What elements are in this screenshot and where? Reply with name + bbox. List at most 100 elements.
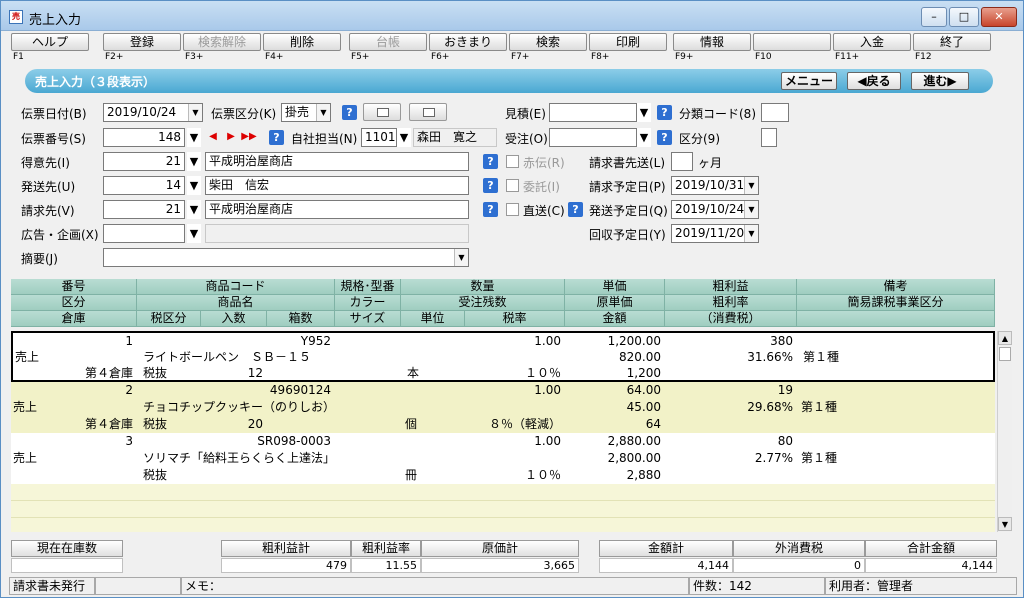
main-window: 売 売上入力 – □ ✕ ヘルプ F1 登録 F2+ 検索解除 F3+ 削除 F4+ 台… [0,0,1024,598]
denpyo-kubun-select[interactable]: 掛売 ▼ [281,103,331,122]
chevron-down-icon[interactable]: ▼ [637,103,651,122]
kingaku-label: 金額計 [599,540,733,557]
chevron-down-icon[interactable]: ▼ [744,225,758,242]
seikyu-saki-input[interactable] [671,152,693,171]
status-bar: 請求書未発行 メモ： 件数：142 利用者：管理者 [9,577,1017,595]
close-button[interactable]: ✕ [981,7,1017,27]
kaishu-input[interactable]: 2019/11/20 ▼ [671,224,759,243]
sotozei-value: 0 [733,558,865,573]
scroll-down-icon[interactable]: ▼ [998,517,1012,531]
chevron-down-icon[interactable]: ▼ [454,249,468,266]
chokuso-checkbox[interactable] [506,203,519,216]
kokoku-name [205,224,469,243]
title-bar: 売 売上入力 – □ ✕ [1,1,1023,31]
chevron-down-icon[interactable]: ▼ [397,128,411,147]
seikyusaki-code-input[interactable]: 21 [103,200,185,219]
seikyu-saki-label: 請求書先送(L) [589,156,666,170]
detail-grid[interactable]: 1 Y952 1.00 1,200.00 380 売上 ライトボールペン ＳＢ－… [11,331,995,532]
chevron-down-icon[interactable]: ▼ [187,176,201,195]
help-icon[interactable]: ? [657,105,672,120]
kubun-label: 区分(9) [679,132,720,146]
table-row[interactable]: 2 49690124 1.00 64.00 19 売上 チョコチップクッキー（の… [11,382,995,433]
fkey-print[interactable]: 印刷 F8+ [589,33,667,63]
attach-button-2[interactable] [409,103,447,121]
akaden-checkbox[interactable] [506,155,519,168]
kokoku-input[interactable] [103,224,185,243]
window-icon [377,108,389,117]
help-icon[interactable]: ? [342,105,357,120]
minimize-button[interactable]: – [921,7,947,27]
fkey-payment[interactable]: 入金 F11+ [833,33,911,63]
table-row[interactable]: 1 Y952 1.00 1,200.00 380 売上 ライトボールペン ＳＢ－… [11,331,995,382]
table-row[interactable]: 3 SR098-0003 1.00 2,880.00 80 売上 ソリマチ「給料… [11,433,995,484]
fkey-f10[interactable]: F10 [753,33,831,63]
attach-button-1[interactable] [363,103,401,121]
tokui-name-input[interactable]: 平成明治屋商店 [205,152,469,171]
chevron-down-icon[interactable]: ▼ [188,104,202,121]
hasso-label: 発送先(U) [21,180,76,194]
seikyusaki-name-input[interactable]: 平成明治屋商店 [205,200,469,219]
chevron-down-icon[interactable]: ▼ [187,128,201,147]
denpyo-date-input[interactable]: 2019/10/24 ▼ [103,103,203,122]
tekiyo-label: 摘要(J) [21,252,58,266]
mitsumori-input[interactable] [549,103,637,122]
fkey-info[interactable]: 情報 F9+ [673,33,751,63]
tekiyo-select[interactable]: ▼ [103,248,469,267]
chevron-down-icon[interactable]: ▼ [187,224,201,243]
empty-row[interactable] [11,501,995,518]
vertical-scrollbar[interactable]: ▲ ▼ [997,331,1012,532]
zaiko-button[interactable]: 現在在庫数 [11,540,123,557]
seikyusaki-label: 請求先(V) [21,204,75,218]
help-icon[interactable]: ? [483,202,498,217]
fkey-exit[interactable]: 終了 F12 [913,33,991,63]
chevron-down-icon[interactable]: ▼ [187,152,201,171]
hasso-name-input[interactable]: 柴田 信宏 [205,176,469,195]
next-button[interactable]: 進む▶ [911,72,969,90]
scroll-thumb[interactable] [999,347,1011,361]
empty-row[interactable] [11,518,995,532]
bunrui-input[interactable] [761,103,789,122]
fkey-clear-search[interactable]: 検索解除 F3+ [183,33,261,63]
help-icon[interactable]: ? [269,130,284,145]
juchu-input[interactable] [549,128,637,147]
last-arrow-icon[interactable]: ▶▶ [241,129,257,145]
grid-header-row-1: 番号 商品コード 規格･型番 数量 単価 粗利益 備考 [11,279,995,295]
fkey-register[interactable]: 登録 F2+ [103,33,181,63]
kubun-input[interactable] [761,128,777,147]
scroll-up-icon[interactable]: ▲ [998,331,1012,345]
itaku-checkbox[interactable] [506,179,519,192]
month-unit-label: ヶ月 [698,156,723,170]
fkey-help[interactable]: ヘルプ F1 [11,33,89,63]
chevron-down-icon[interactable]: ▼ [316,104,330,121]
arariritsu-value: 11.55 [351,558,421,573]
help-icon[interactable]: ? [483,178,498,193]
fkey-search[interactable]: 検索 F7+ [509,33,587,63]
chokuso-label: 直送(C) [523,204,565,218]
help-icon[interactable]: ? [483,154,498,169]
chevron-down-icon[interactable]: ▼ [744,177,758,194]
tanto-label: 自社担当(N) [291,132,358,146]
fkey-okimari[interactable]: おきまり F6+ [429,33,507,63]
hasso-code-input[interactable]: 14 [103,176,185,195]
prev-arrow-icon[interactable]: ◀ [205,129,221,145]
fkey-delete[interactable]: 削除 F4+ [263,33,341,63]
hasso-yotei-input[interactable]: 2019/10/24 ▼ [671,200,759,219]
help-icon[interactable]: ? [568,202,583,217]
seikyu-yotei-input[interactable]: 2019/10/31 ▼ [671,176,759,195]
tanto-code-input[interactable]: 1101 [361,128,397,147]
sotozei-label: 外消費税 [733,540,865,557]
fkey-ledger[interactable]: 台帳 F5+ [349,33,427,63]
chevron-down-icon[interactable]: ▼ [637,128,651,147]
next-arrow-icon[interactable]: ▶ [223,129,239,145]
empty-row[interactable] [11,484,995,501]
tokui-code-input[interactable]: 21 [103,152,185,171]
chevron-down-icon[interactable]: ▼ [744,201,758,218]
chevron-down-icon[interactable]: ▼ [187,200,201,219]
denpyo-no-input[interactable]: 148 [103,128,185,147]
help-icon[interactable]: ? [657,130,672,145]
kokoku-label: 広告・企画(X) [21,228,99,242]
menu-button[interactable]: メニュー [781,72,837,90]
kingaku-value: 4,144 [599,558,733,573]
maximize-button[interactable]: □ [949,7,979,27]
back-button[interactable]: ◀戻る [847,72,901,90]
